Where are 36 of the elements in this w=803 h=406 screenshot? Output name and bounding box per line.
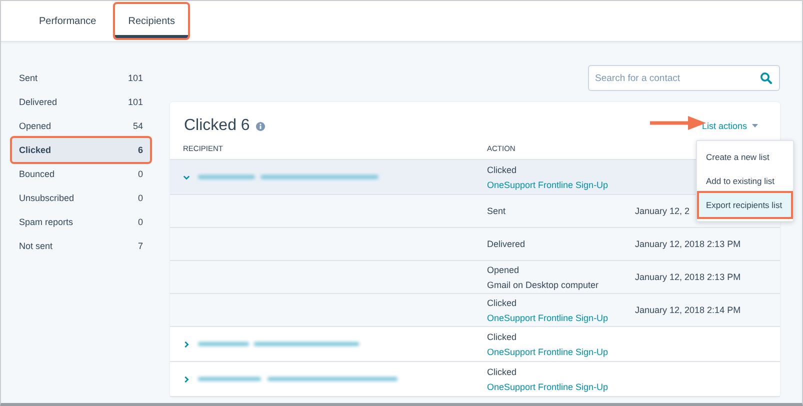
sidebar-item[interactable]: Unsubscribed 0 bbox=[12, 186, 150, 210]
date-text: January 12, 2018 2:13 PM bbox=[635, 239, 742, 249]
menu-item[interactable]: Add to existing list bbox=[697, 169, 793, 193]
sidebar-item[interactable]: Clicked 6 bbox=[12, 138, 150, 162]
tab[interactable]: Recipients bbox=[115, 4, 188, 38]
action-text: Clicked bbox=[487, 366, 518, 376]
email-link[interactable]: OneSupport Frontline Sign-Up bbox=[487, 312, 635, 322]
info-icon[interactable] bbox=[256, 122, 265, 130]
caret-icon[interactable] bbox=[752, 124, 758, 128]
search-icon[interactable] bbox=[760, 72, 772, 84]
sidebar-item[interactable]: Sent 101 bbox=[12, 66, 150, 90]
action-text: Opened bbox=[487, 264, 520, 274]
email-link[interactable]: OneSupport Frontline Sign-Up bbox=[487, 346, 635, 356]
action-text: Delivered bbox=[487, 239, 526, 249]
tab[interactable]: Performance bbox=[26, 1, 110, 41]
action-text: Clicked bbox=[487, 298, 518, 308]
chevron-down-icon[interactable] bbox=[183, 174, 190, 180]
card-title: Clicked 6 bbox=[184, 117, 250, 135]
action-text: Sent bbox=[487, 206, 507, 216]
date-text: January 12, 2018 2:14 PM bbox=[635, 305, 742, 315]
chevron-right-icon[interactable] bbox=[183, 376, 190, 382]
sidebar-item[interactable]: Delivered 101 bbox=[12, 90, 150, 114]
chevron-right-icon[interactable] bbox=[183, 340, 190, 348]
list-actions-button[interactable]: List actions bbox=[702, 121, 758, 131]
email-link[interactable]: OneSupport Frontline Sign-Up bbox=[487, 382, 635, 392]
action-text: Clicked bbox=[487, 164, 518, 174]
menu-item[interactable]: Export recipients list bbox=[699, 193, 791, 217]
sidebar-item[interactable]: Bounced 0 bbox=[12, 162, 150, 186]
search-field[interactable]: Search for a contact bbox=[588, 65, 780, 91]
sidebar-item[interactable]: Not sent 7 bbox=[12, 234, 150, 258]
menu-item[interactable]: Create a new list bbox=[697, 145, 793, 169]
action-text: Clicked bbox=[487, 332, 518, 342]
date-text: January 12, 2018 2:13 PM bbox=[635, 272, 742, 282]
sidebar-item[interactable]: Opened 54 bbox=[12, 114, 150, 138]
action-detail: Gmail on Desktop computer bbox=[487, 280, 600, 290]
sidebar-item[interactable]: Spam reports 0 bbox=[12, 210, 150, 234]
